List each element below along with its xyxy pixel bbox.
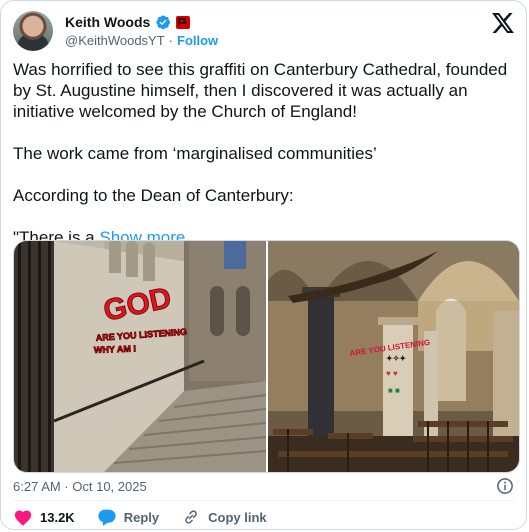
svg-text:■ ■: ■ ■ (388, 386, 400, 395)
avatar[interactable] (13, 11, 53, 51)
reply-icon (98, 509, 116, 526)
photo-cathedral-exterior[interactable]: GOD ARE YOU LISTENING WHY AM I (14, 241, 266, 472)
svg-text:WHY AM I: WHY AM I (94, 344, 136, 355)
svg-text:✦✧✦: ✦✧✦ (386, 354, 406, 363)
like-button[interactable]: 13.2K (13, 508, 75, 526)
copy-link-label: Copy link (208, 509, 267, 525)
flag-icon (176, 15, 191, 29)
copy-link-button[interactable]: Copy link (181, 508, 267, 526)
divider (13, 500, 514, 501)
follow-button[interactable]: Follow (177, 33, 218, 48)
separator-dot: · (168, 33, 174, 48)
tweet-body: Was horrified to see this graffiti on Ca… (13, 60, 508, 247)
info-icon[interactable] (496, 477, 514, 500)
x-logo-icon[interactable] (492, 13, 514, 38)
link-icon (185, 510, 197, 524)
author-handle[interactable]: @KeithWoodsYT (65, 33, 165, 48)
author-name-row: Keith Woods (65, 14, 191, 30)
tweet-header: Keith Woods @KeithWoodsYT · Follow (13, 9, 516, 53)
svg-text:♥ ♥: ♥ ♥ (386, 369, 398, 378)
verified-badge-icon (155, 14, 171, 30)
reply-label: Reply (123, 509, 160, 525)
action-bar: 13.2K Reply Copy link (13, 508, 289, 526)
tweet-timestamp[interactable]: 6:27 AM · Oct 10, 2025 (13, 479, 147, 494)
tweet-text: Was horrified to see this graffiti on Ca… (13, 59, 518, 248)
photo-cathedral-interior[interactable]: ARE YOU LISTENING ✦✧✦ ♥ ♥ ■ ■ (267, 241, 520, 472)
reply-button[interactable]: Reply (97, 508, 159, 526)
handle-row: @KeithWoodsYT · Follow (65, 33, 218, 48)
heart-icon (14, 510, 32, 526)
author-name[interactable]: Keith Woods (65, 14, 150, 30)
media-grid[interactable]: GOD ARE YOU LISTENING WHY AM I ARE YOU L… (13, 240, 520, 473)
like-count: 13.2K (40, 509, 75, 525)
tweet-card: Keith Woods @KeithWoodsYT · Follow Was h… (0, 0, 527, 530)
